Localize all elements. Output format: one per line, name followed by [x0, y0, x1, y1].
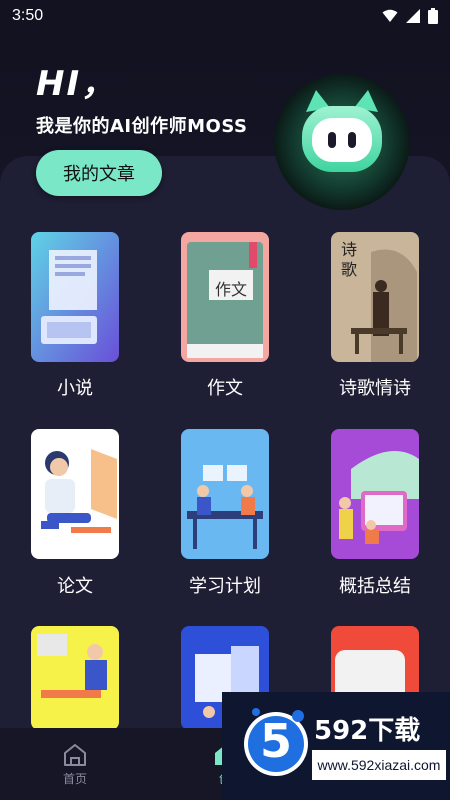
- category-label-study-plan[interactable]: 学习计划: [150, 572, 300, 598]
- intro-text: 我是你的AI创作师MOSS: [36, 116, 248, 137]
- study-plan-cover-icon: [181, 429, 269, 559]
- signal-icon: [406, 9, 420, 23]
- watermark-url: www.592xiazai.com: [312, 750, 446, 780]
- status-time: 3:50: [12, 7, 44, 24]
- wifi-icon: [382, 9, 398, 22]
- status-icons: [382, 8, 438, 24]
- category-label-essay[interactable]: 作文: [150, 374, 300, 400]
- poetry-cover-text: 诗歌: [341, 240, 358, 279]
- battery-icon: [428, 8, 438, 24]
- robot-avatar-icon[interactable]: [272, 72, 412, 212]
- thesis-cover-icon: [31, 429, 119, 559]
- category-card-row3-1[interactable]: [31, 626, 119, 730]
- category-label-novel[interactable]: 小说: [0, 374, 150, 400]
- novel-cover-icon: [31, 232, 119, 362]
- category-card-thesis[interactable]: [31, 429, 119, 559]
- greeting-text: HI，: [36, 64, 118, 104]
- status-bar: 3:50: [0, 0, 450, 32]
- watermark-title: 592下载: [314, 716, 421, 746]
- tab-home[interactable]: 首页: [0, 728, 150, 800]
- category-card-novel[interactable]: [31, 232, 119, 362]
- watermark-logo-text: 5: [259, 714, 292, 768]
- category-label-thesis[interactable]: 论文: [0, 572, 150, 598]
- category-label-summary[interactable]: 概括总结: [300, 572, 450, 598]
- category-card-study-plan[interactable]: [181, 429, 269, 559]
- category-card-poetry[interactable]: 诗歌: [331, 232, 419, 362]
- home-icon: [64, 743, 86, 766]
- tab-home-label: 首页: [62, 771, 87, 786]
- my-articles-button[interactable]: 我的文章: [36, 150, 162, 196]
- watermark: 5 592下载 www.592xiazai.com: [222, 692, 450, 800]
- category-label-poetry[interactable]: 诗歌情诗: [300, 374, 450, 400]
- category-card-essay[interactable]: 作文: [181, 232, 269, 362]
- category-card-summary[interactable]: [331, 429, 419, 559]
- summary-cover-icon: [331, 429, 419, 559]
- essay-cover-text: 作文: [214, 280, 247, 299]
- row3-cover-1-icon: [31, 626, 119, 730]
